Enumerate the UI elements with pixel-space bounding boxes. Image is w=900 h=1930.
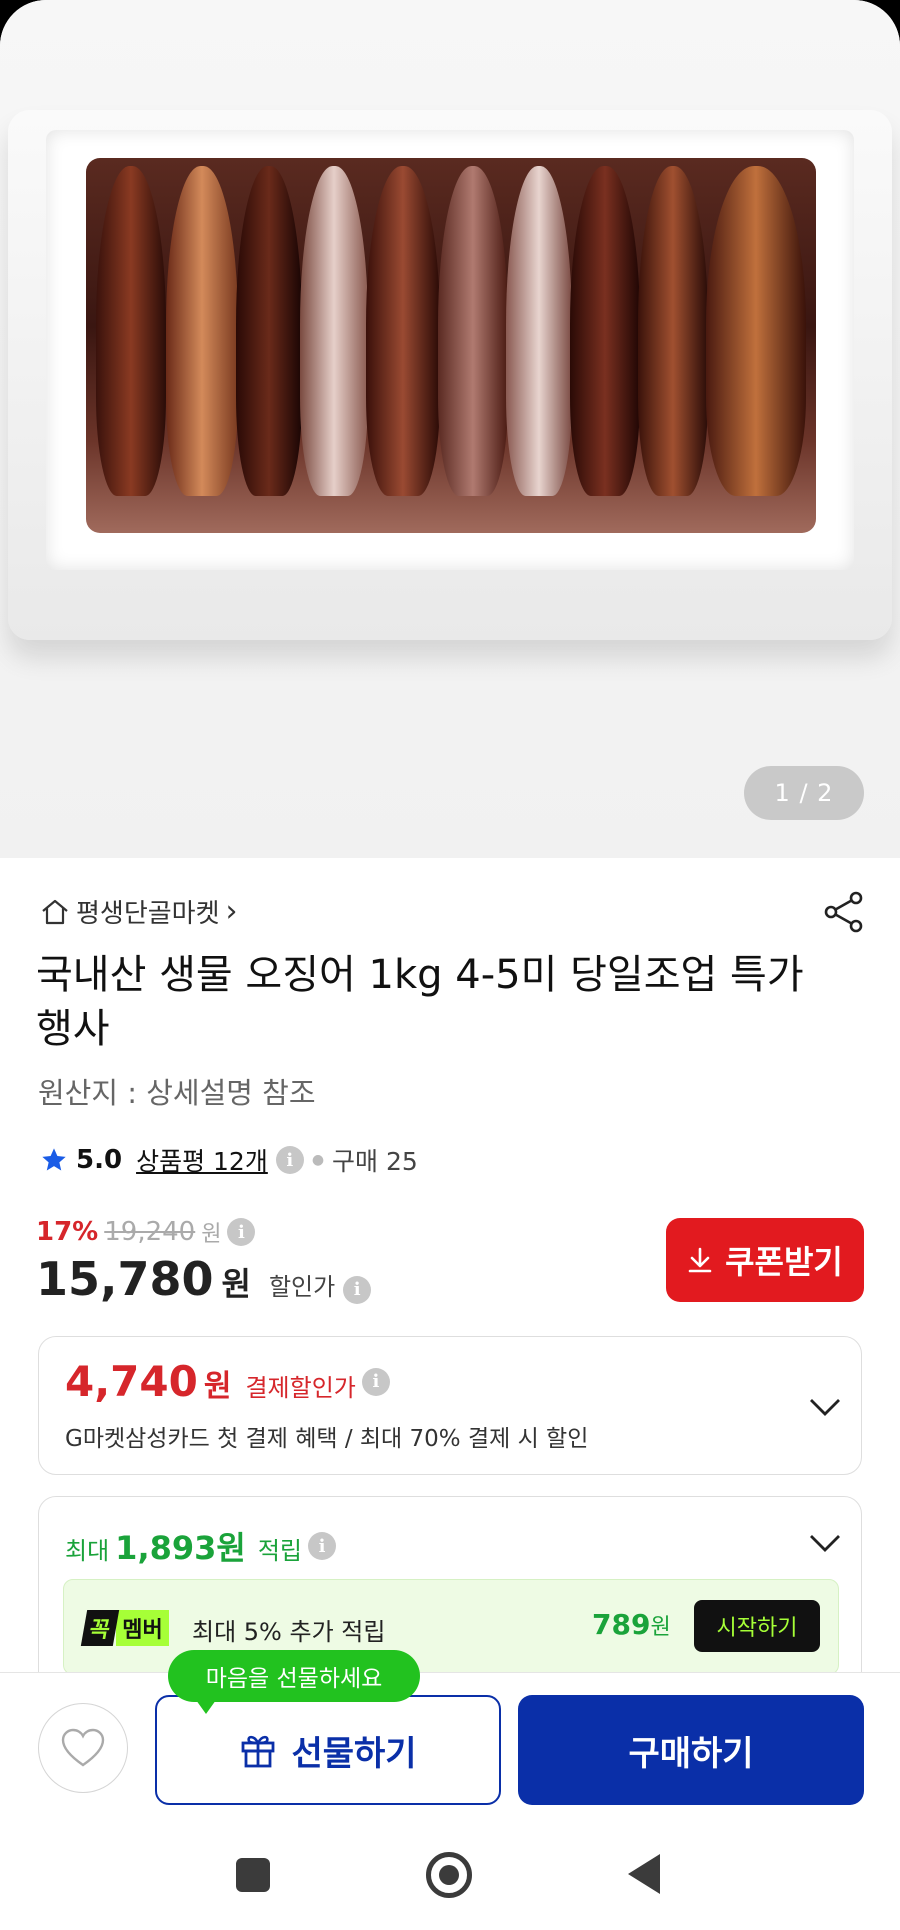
product-title: 국내산 생물 오징어 1kg 4-5미 당일조업 특가 행사 bbox=[36, 952, 804, 1052]
rating-score: 5.0 bbox=[76, 1145, 123, 1175]
discount-percent: 17% bbox=[36, 1217, 99, 1247]
buy-button[interactable]: 구매하기 bbox=[518, 1695, 864, 1805]
product-origin: 원산지 : 상세설명 참조 bbox=[38, 1076, 316, 1110]
rating-row: 5.0 상품평 12개 i ● 구매 25 bbox=[40, 1142, 418, 1178]
coupon-download-button[interactable]: 쿠폰받기 bbox=[666, 1218, 864, 1302]
gift-icon bbox=[242, 1735, 275, 1768]
heart-icon bbox=[61, 1728, 105, 1767]
sale-price-row: 15,780 원 할인가 i bbox=[36, 1252, 372, 1306]
payment-discount-label: 결제할인가 bbox=[245, 1374, 356, 1402]
points-prefix: 최대 bbox=[65, 1537, 110, 1565]
points-suffix: 적립 bbox=[257, 1537, 303, 1565]
styrofoam-box-image bbox=[8, 110, 892, 640]
chevron-down-icon[interactable] bbox=[807, 1531, 843, 1555]
seller-link[interactable]: 평생단골마켓 › bbox=[40, 893, 238, 930]
payment-discount-unit: 원 bbox=[203, 1369, 232, 1404]
membership-start-button[interactable]: 시작하기 bbox=[694, 1600, 820, 1652]
recent-apps-icon[interactable] bbox=[236, 1858, 270, 1892]
info-icon[interactable]: i bbox=[227, 1218, 256, 1246]
chevron-right-icon: › bbox=[225, 894, 238, 929]
chevron-down-icon[interactable] bbox=[807, 1395, 843, 1419]
gift-label: 선물하기 bbox=[291, 1733, 417, 1774]
points-amount: 1,893원 bbox=[115, 1529, 246, 1567]
image-pager-indicator: 1 / 2 bbox=[744, 766, 864, 820]
share-icon[interactable] bbox=[822, 890, 866, 934]
info-icon[interactable]: i bbox=[343, 1275, 372, 1304]
purchase-count: 구매 25 bbox=[332, 1147, 418, 1176]
android-nav-bar bbox=[0, 1820, 900, 1930]
membership-text: 최대 5% 추가 적립 bbox=[192, 1618, 386, 1646]
product-image-gallery[interactable]: 1 / 2 bbox=[0, 0, 900, 858]
squid-product-photo bbox=[86, 158, 816, 533]
home-button-icon[interactable] bbox=[426, 1852, 472, 1898]
product-detail-screen: 1 / 2 평생단골마켓 › 국내산 생물 오징어 1kg 4-5미 당일조업 … bbox=[0, 0, 900, 1930]
sale-price-label: 할인가 bbox=[268, 1273, 336, 1301]
original-price: 19,240 bbox=[104, 1217, 196, 1247]
membership-badge: 꼭 멤버 bbox=[80, 1610, 169, 1646]
original-price-unit: 원 bbox=[201, 1222, 222, 1247]
payment-discount-amount: 4,740 bbox=[65, 1357, 198, 1406]
discount-row: 17% 19,240 원 i bbox=[36, 1216, 256, 1248]
sale-price: 15,780 bbox=[36, 1252, 214, 1306]
separator-dot: ● bbox=[311, 1152, 325, 1168]
bottom-action-bar: 선물하기 구매하기 bbox=[0, 1672, 900, 1820]
star-icon bbox=[42, 1148, 66, 1171]
membership-points: 789원 bbox=[592, 1608, 671, 1641]
info-icon[interactable]: i bbox=[308, 1532, 337, 1560]
payment-discount-description: G마켓삼성카드 첫 결제 혜택 / 최대 70% 결제 시 할인 bbox=[65, 1426, 589, 1452]
seller-name: 평생단골마켓 bbox=[76, 899, 220, 929]
home-icon bbox=[42, 899, 68, 924]
info-icon[interactable]: i bbox=[361, 1367, 390, 1396]
back-icon[interactable] bbox=[628, 1854, 660, 1894]
review-count-link[interactable]: 상품평 12개 bbox=[136, 1142, 268, 1178]
sale-price-unit: 원 bbox=[221, 1265, 251, 1303]
coupon-label: 쿠폰받기 bbox=[725, 1243, 843, 1281]
download-icon bbox=[688, 1247, 712, 1273]
info-icon[interactable]: i bbox=[275, 1146, 304, 1174]
gift-tooltip: 마음을 선물하세요 bbox=[168, 1650, 420, 1714]
wishlist-button[interactable] bbox=[38, 1703, 128, 1793]
payment-discount-card[interactable]: 4,740 원 결제할인가 i G마켓삼성카드 첫 결제 혜택 / 최대 70%… bbox=[38, 1336, 862, 1475]
